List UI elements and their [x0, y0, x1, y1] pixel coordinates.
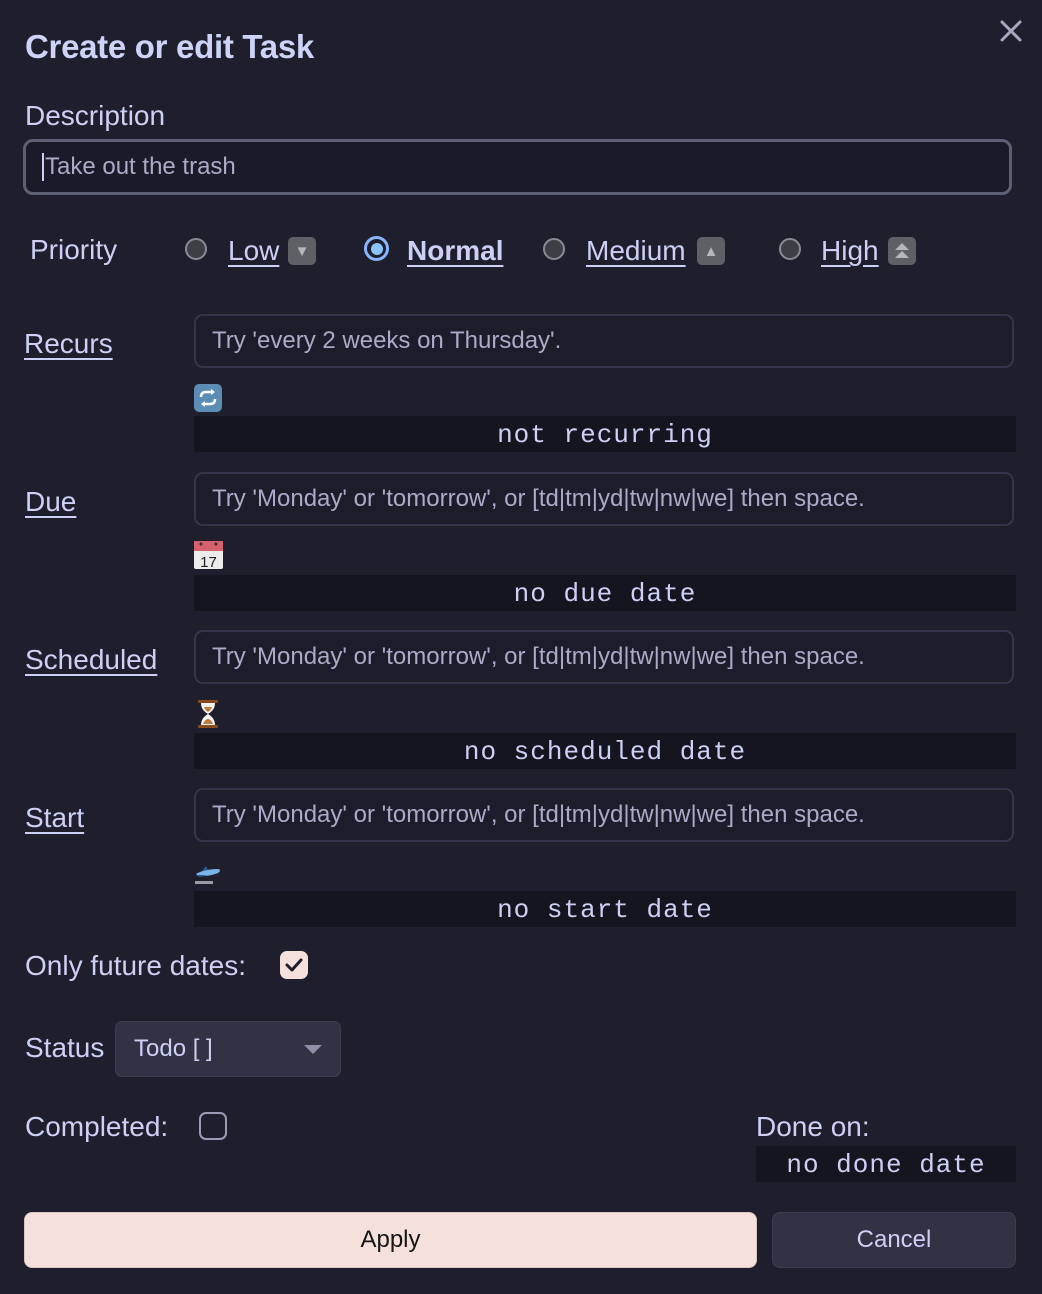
repeat-icon — [194, 384, 222, 412]
status-selected-value: Todo [ ] — [134, 1035, 213, 1062]
down-triangle-badge-icon: ▼ — [288, 237, 316, 265]
completed-label: Completed: — [25, 1111, 169, 1142]
recurs-label: Recurs — [24, 328, 113, 359]
priority-normal-label[interactable]: Normal — [407, 235, 503, 267]
chevron-down-icon — [304, 1044, 322, 1054]
description-label-text: Description — [25, 100, 166, 131]
start-summary: no start date — [194, 891, 1016, 927]
done-on-label: Done on: — [756, 1111, 870, 1142]
priority-high-label[interactable]: High — [821, 235, 879, 267]
close-button[interactable] — [996, 16, 1026, 46]
start-input[interactable]: Try 'Monday' or 'tomorrow', or [td|tm|yd… — [194, 788, 1014, 842]
double-up-triangle-badge-icon — [888, 237, 916, 265]
scheduled-placeholder: Try 'Monday' or 'tomorrow', or [td|tm|yd… — [212, 643, 865, 670]
only-future-dates-label: Only future dates: — [25, 950, 247, 981]
status-select[interactable]: Todo [ ] — [115, 1021, 341, 1077]
up-triangle-badge-icon: ▲ — [697, 237, 725, 265]
scheduled-summary: no scheduled date — [194, 733, 1016, 769]
text-caret — [42, 153, 44, 181]
priority-medium-radio[interactable] — [543, 238, 565, 260]
priority-normal-radio[interactable] — [364, 236, 389, 261]
priority-label: Priority — [30, 234, 118, 265]
close-icon — [1000, 20, 1022, 42]
scheduled-input[interactable]: Try 'Monday' or 'tomorrow', or [td|tm|yd… — [194, 630, 1014, 684]
recurs-input[interactable]: Try 'every 2 weeks on Thursday'. — [194, 314, 1014, 368]
scheduled-label: Scheduled — [25, 644, 158, 675]
cancel-button[interactable]: Cancel — [772, 1212, 1016, 1268]
completed-checkbox[interactable] — [199, 1112, 227, 1140]
svg-text:17: 17 — [200, 554, 217, 569]
recurs-placeholder: Try 'every 2 weeks on Thursday'. — [212, 327, 562, 354]
start-placeholder: Try 'Monday' or 'tomorrow', or [td|tm|yd… — [212, 801, 865, 828]
start-label: Start — [25, 802, 85, 833]
due-label: Due — [25, 486, 77, 517]
checkmark-icon — [285, 958, 303, 972]
status-label: Status — [25, 1032, 105, 1063]
due-summary: no due date — [194, 575, 1016, 611]
done-on-value: no done date — [756, 1146, 1016, 1182]
priority-medium-label[interactable]: Medium — [586, 235, 686, 267]
recurs-summary: not recurring — [194, 416, 1016, 452]
calendar-icon: 17 — [194, 541, 223, 571]
airplane-departure-icon — [194, 865, 222, 887]
description-value: Take out the trash — [45, 153, 236, 180]
priority-low-label[interactable]: Low — [228, 235, 279, 267]
hourglass-icon — [194, 699, 222, 728]
description-label: Description — [25, 100, 165, 132]
apply-button[interactable]: Apply — [24, 1212, 757, 1268]
due-input[interactable]: Try 'Monday' or 'tomorrow', or [td|tm|yd… — [194, 472, 1014, 526]
priority-low-radio[interactable] — [185, 238, 207, 260]
dialog-title: Create or edit Task — [25, 28, 314, 65]
due-placeholder: Try 'Monday' or 'tomorrow', or [td|tm|yd… — [212, 485, 865, 512]
description-input[interactable]: Take out the trash — [23, 139, 1012, 195]
only-future-dates-checkbox[interactable] — [280, 951, 308, 979]
priority-high-radio[interactable] — [779, 238, 801, 260]
